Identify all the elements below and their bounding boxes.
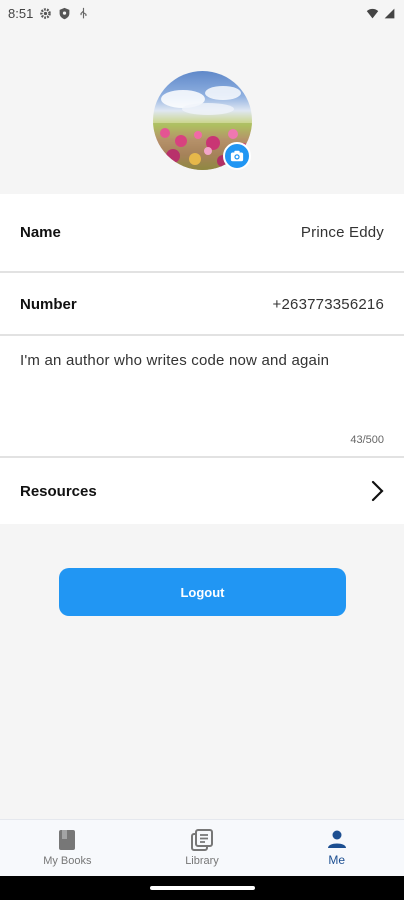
bottom-nav: My Books Library Me	[0, 819, 404, 876]
name-row[interactable]: Name Prince Eddy	[0, 194, 404, 271]
home-gesture-handle[interactable]	[150, 886, 255, 890]
nav-item-my-books[interactable]: My Books	[0, 820, 135, 876]
chevron-right-icon	[371, 480, 384, 502]
library-icon	[191, 829, 213, 851]
wifi-icon	[366, 8, 379, 18]
nav-item-library[interactable]: Library	[135, 820, 270, 876]
shield-icon	[59, 7, 70, 19]
status-time: 8:51	[8, 5, 34, 21]
person-icon	[327, 830, 346, 848]
name-label: Name	[20, 224, 61, 241]
number-value[interactable]: +263773356216	[273, 296, 384, 313]
signal-icon	[384, 8, 395, 18]
nav-label: Library	[185, 855, 219, 867]
bio-counter: 43/500	[350, 434, 384, 446]
resources-label: Resources	[20, 482, 97, 500]
divider	[0, 334, 404, 336]
nav-item-me[interactable]: Me	[269, 820, 404, 876]
name-value[interactable]: Prince Eddy	[301, 224, 384, 241]
bio-text[interactable]: I'm an author who writes code now and ag…	[20, 352, 384, 369]
camera-icon	[230, 150, 244, 162]
resources-row[interactable]: Resources	[0, 458, 404, 524]
status-left: 8:51	[8, 6, 90, 21]
book-icon	[59, 830, 76, 850]
gear-icon	[40, 7, 52, 19]
status-right	[366, 7, 396, 20]
profile-card: Name Prince Eddy Number +263773356216 I'…	[0, 194, 404, 524]
number-row[interactable]: Number +263773356216	[0, 273, 404, 335]
status-bar: 8:51	[0, 0, 404, 26]
nav-label: Me	[328, 853, 346, 867]
logout-button[interactable]: Logout	[59, 568, 346, 616]
change-photo-button[interactable]	[223, 142, 251, 170]
gesture-area	[0, 876, 404, 900]
usb-icon	[80, 7, 87, 18]
nav-label: My Books	[43, 855, 92, 867]
number-label: Number	[20, 295, 77, 313]
